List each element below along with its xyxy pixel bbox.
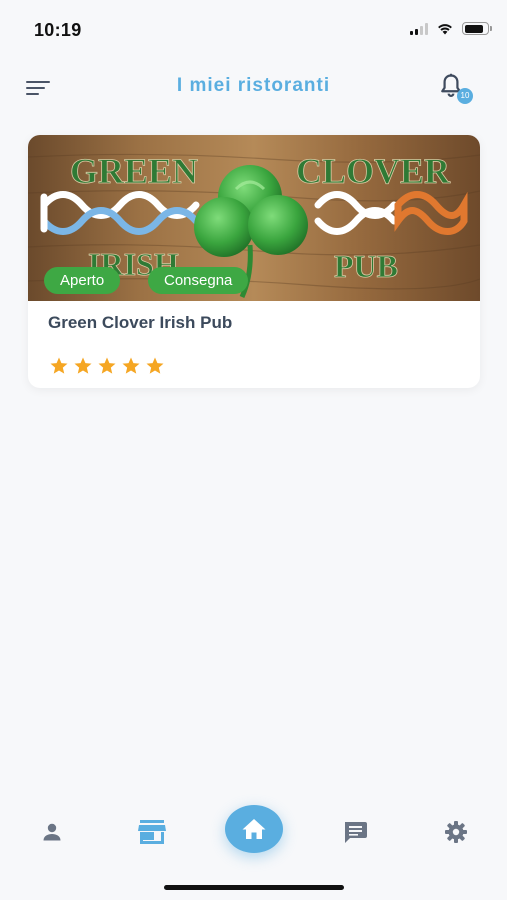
wifi-icon [438,24,452,35]
notification-badge: 10 [457,88,473,104]
logo-text-pub: PUB [334,248,398,284]
status-bar: 10:19 [0,0,507,58]
restaurant-card[interactable]: GREEN CLOVER IRISH PUB Aperto Consegna G… [28,135,480,388]
person-icon [43,823,61,841]
restaurant-logo-image: GREEN CLOVER IRISH PUB Aperto Consegna [28,135,480,301]
status-tag-delivery: Consegna [148,267,249,294]
star-icon [146,357,164,374]
signal-icon [410,22,428,35]
rating-stars [49,356,165,376]
chat-icon [345,822,367,843]
home-indicator [164,885,344,890]
nav-restaurants[interactable] [137,819,167,845]
star-icon [98,357,116,374]
star-icon [50,357,68,374]
status-icons [410,22,492,35]
nav-home[interactable] [225,805,283,853]
restaurant-name: Green Clover Irish Pub [48,313,233,332]
gear-icon [445,821,467,843]
nav-profile[interactable] [37,819,67,845]
notifications-button[interactable]: 10 [437,72,473,104]
nav-messages[interactable] [340,819,370,845]
status-time: 10:19 [34,20,82,40]
home-icon [242,819,266,839]
page-title: I miei ristoranti [176,75,331,96]
nav-settings[interactable] [441,819,471,845]
logo-text-clover: CLOVER [296,151,451,191]
bottom-nav [0,795,507,870]
star-icon [122,357,140,374]
header: I miei ristoranti 10 [0,66,507,110]
store-icon [138,820,166,844]
star-icon [74,357,92,374]
logo-text-green: GREEN [70,151,198,191]
battery-icon [462,22,492,35]
status-tag-open: Aperto [44,267,121,294]
